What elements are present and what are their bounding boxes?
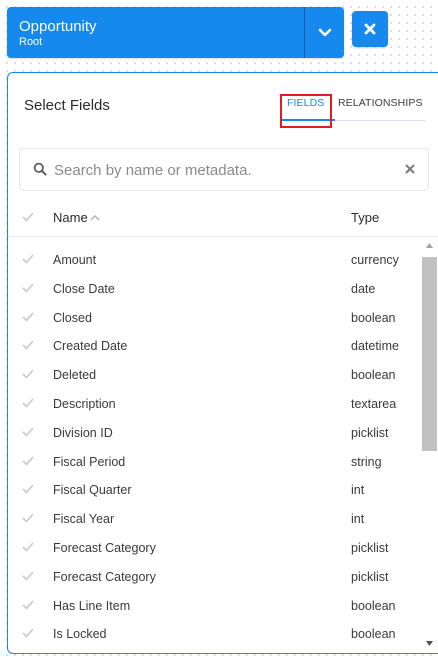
close-icon xyxy=(364,23,376,35)
field-row[interactable]: Fiscal Year int xyxy=(8,506,421,535)
field-type: boolean xyxy=(351,627,396,642)
search-box xyxy=(19,148,429,191)
field-type: boolean xyxy=(351,368,396,383)
check-icon[interactable] xyxy=(22,571,34,581)
field-type: date xyxy=(351,281,376,296)
check-icon[interactable] xyxy=(22,427,34,437)
field-row[interactable]: Fiscal Quarter int xyxy=(8,477,421,506)
field-name: Created Date xyxy=(53,339,128,354)
field-type: int xyxy=(351,483,365,498)
field-type: int xyxy=(351,512,365,527)
field-row[interactable]: Closed boolean xyxy=(8,305,421,334)
field-row[interactable]: Deleted boolean xyxy=(8,362,421,391)
field-list: Amount currency Close Date date Closed b… xyxy=(8,247,421,650)
check-icon[interactable] xyxy=(22,628,34,639)
tab-fields[interactable]: FIELDS xyxy=(287,97,324,109)
active-tab-indicator xyxy=(280,119,335,121)
field-row[interactable]: Forecast Category picklist xyxy=(8,535,421,564)
scrollbar-thumb[interactable] xyxy=(422,257,437,451)
check-icon[interactable] xyxy=(22,513,34,523)
field-name: Forecast Category xyxy=(53,569,156,584)
chevron-down-icon xyxy=(318,28,331,36)
check-icon[interactable] xyxy=(22,340,34,351)
field-name: Description xyxy=(53,396,116,411)
check-icon[interactable] xyxy=(22,398,34,408)
field-row[interactable]: Division ID picklist xyxy=(8,420,421,449)
field-type: boolean xyxy=(351,598,396,613)
field-row[interactable]: Is Locked boolean xyxy=(8,621,421,650)
field-type: textarea xyxy=(351,396,397,411)
field-row[interactable]: Forecast Category picklist xyxy=(8,564,421,593)
scroll-down-arrow-icon[interactable] xyxy=(426,641,433,646)
check-icon[interactable] xyxy=(22,254,34,264)
column-header: Name Type xyxy=(8,201,438,237)
field-row[interactable]: Fiscal Period string xyxy=(8,449,421,478)
field-name: Fiscal Period xyxy=(53,454,126,469)
select-all-check-icon[interactable] xyxy=(22,212,34,222)
field-name: Fiscal Year xyxy=(53,512,115,527)
scroll-up-arrow-icon[interactable] xyxy=(426,243,433,248)
object-node-card[interactable]: Opportunity Root xyxy=(7,7,344,58)
check-icon[interactable] xyxy=(22,600,34,610)
field-type: picklist xyxy=(351,540,389,555)
remove-node-button[interactable] xyxy=(352,11,388,47)
field-row[interactable]: Close Date date xyxy=(8,276,421,305)
field-row[interactable]: Amount currency xyxy=(8,247,421,276)
node-dropdown-button[interactable] xyxy=(304,7,344,58)
field-type: datetime xyxy=(351,339,399,354)
check-icon[interactable] xyxy=(22,312,34,322)
field-name: Has Line Item xyxy=(53,598,131,613)
field-type: boolean xyxy=(351,310,396,325)
node-title: Opportunity xyxy=(19,18,97,35)
check-icon[interactable] xyxy=(22,369,34,379)
sort-ascending-icon[interactable] xyxy=(90,214,100,221)
column-type-header: Type xyxy=(351,210,380,225)
field-name: Close Date xyxy=(53,281,115,296)
field-name: Division ID xyxy=(53,425,113,440)
panel-title: Select Fields xyxy=(24,97,110,114)
field-name: Deleted xyxy=(53,368,97,383)
field-row[interactable]: Has Line Item boolean xyxy=(8,593,421,622)
field-type: picklist xyxy=(351,569,389,584)
check-icon[interactable] xyxy=(22,283,34,293)
clear-icon[interactable] xyxy=(405,164,415,174)
check-icon[interactable] xyxy=(22,456,34,466)
field-row[interactable]: Description textarea xyxy=(8,391,421,420)
field-name: Amount xyxy=(53,253,97,267)
select-fields-panel: Select Fields FIELDS RELATIONSHIPS Name … xyxy=(7,72,438,654)
field-name: Is Locked xyxy=(53,627,107,642)
field-name: Forecast Category xyxy=(53,540,156,555)
field-type: currency xyxy=(351,253,399,267)
check-icon[interactable] xyxy=(22,484,34,495)
tab-relationships[interactable]: RELATIONSHIPS xyxy=(338,97,423,109)
check-icon[interactable] xyxy=(22,542,34,552)
field-name: Closed xyxy=(53,310,92,325)
node-subtitle: Root xyxy=(19,36,43,48)
field-type: picklist xyxy=(351,425,389,440)
field-name: Fiscal Quarter xyxy=(53,483,132,498)
search-input[interactable] xyxy=(54,157,394,183)
tab-divider xyxy=(335,120,425,121)
column-name-header[interactable]: Name xyxy=(53,210,88,225)
scrollbar[interactable] xyxy=(421,237,437,653)
field-type: string xyxy=(351,454,382,469)
search-icon xyxy=(33,162,47,176)
field-row[interactable]: Created Date datetime xyxy=(8,333,421,362)
